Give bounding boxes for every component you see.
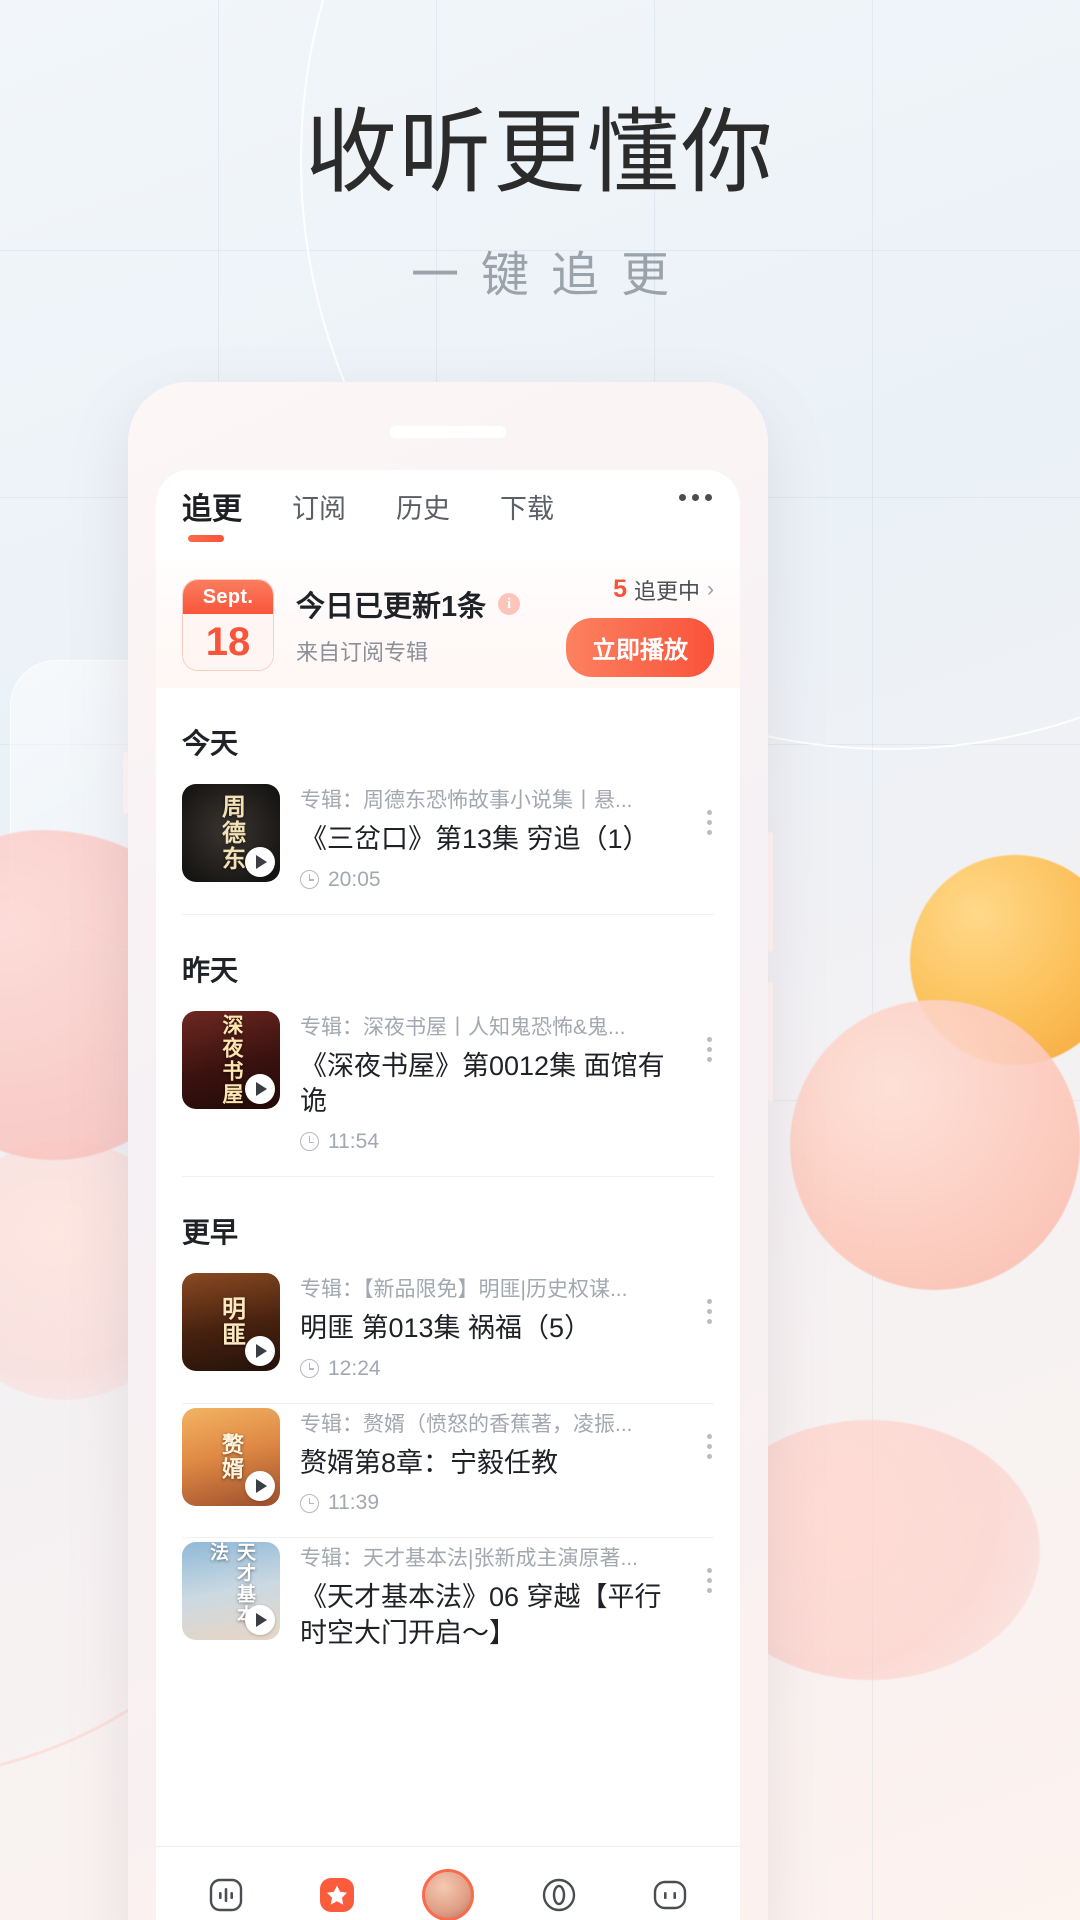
episode-list: 今天 周德东 专辑：周德东恐怖故事小说集丨悬... 《三岔口》第13集 穷追（1… — [156, 688, 740, 1673]
banner-title-row: 今日已更新1条 i — [296, 583, 566, 625]
episode-time: 20:05 — [328, 867, 381, 891]
tab-label: 追更 — [182, 493, 242, 526]
clock-icon — [300, 870, 319, 890]
phone-side-button — [768, 982, 773, 1102]
episode-meta: 12:24 — [300, 1357, 680, 1381]
episode-title: 明匪 第013集 祸福（5） — [300, 1312, 592, 1343]
nav-item-listen[interactable] — [180, 1873, 272, 1917]
group-heading-yesterday: 昨天 — [182, 954, 239, 986]
tab-active-underline — [188, 535, 224, 542]
album-cover[interactable]: 深夜书屋 — [182, 1010, 280, 1109]
list-item[interactable]: 天才基本法 专辑：天才基本法|张新成主演原著... 《天才基本法》06 穿越【平… — [182, 1538, 714, 1673]
compass-icon — [537, 1873, 581, 1917]
list-item-body: 专辑：赘婿（愤怒的香蕉著，凌振... 赘婿第8章：宁毅任教 11:39 — [300, 1408, 714, 1516]
play-icon[interactable] — [245, 1605, 275, 1636]
chase-count: 5 — [613, 575, 627, 603]
episode-meta: 20:05 — [300, 868, 680, 892]
poster-text-block: 收听更懂你 一键追更 — [0, 102, 1080, 305]
tab-label: 下载 — [500, 493, 554, 524]
phone-side-button — [123, 752, 128, 814]
info-icon[interactable]: i — [498, 593, 521, 615]
play-icon[interactable] — [245, 1335, 275, 1366]
episode-title: 《深夜书屋》第0012集 面馆有诡 — [300, 1050, 665, 1117]
more-vertical-icon[interactable] — [707, 1433, 712, 1459]
episode-meta: 11:54 — [300, 1130, 680, 1154]
episode-time: 11:54 — [328, 1129, 379, 1153]
update-banner[interactable]: Sept. 18 今日已更新1条 i 来自订阅专辑 5 追更中 › 立即播放 — [156, 562, 740, 688]
list-item[interactable]: 赘婿 专辑：赘婿（愤怒的香蕉著，凌振... 赘婿第8章：宁毅任教 11:39 — [182, 1404, 714, 1538]
episode-time: 12:24 — [328, 1356, 381, 1380]
chevron-right-icon: › — [707, 577, 714, 601]
banner-subtitle: 来自订阅专辑 — [296, 640, 429, 665]
more-vertical-icon[interactable] — [707, 810, 712, 835]
episode-time: 11:39 — [328, 1491, 379, 1515]
date-badge-day: 18 — [183, 614, 273, 670]
nav-item-profile[interactable] — [402, 1868, 494, 1920]
nav-item-messages[interactable] — [624, 1873, 716, 1917]
more-vertical-icon[interactable] — [707, 1568, 712, 1594]
album-name: 专辑：周德东恐怖故事小说集丨悬... — [300, 789, 633, 812]
clock-icon — [300, 1359, 319, 1378]
album-cover[interactable]: 周德东 — [182, 784, 280, 882]
list-item-body: 专辑：【新品限免】明匪|历史权谋... 明匪 第013集 祸福（5） 12:24 — [300, 1273, 714, 1381]
album-cover[interactable]: 天才基本法 — [182, 1542, 280, 1641]
play-icon[interactable] — [245, 1470, 275, 1501]
episode-meta: 11:39 — [300, 1491, 680, 1515]
poster-headline: 收听更懂你 — [304, 102, 775, 204]
tab-label: 订阅 — [292, 493, 346, 524]
chase-count-link[interactable]: 5 追更中 › — [566, 574, 714, 606]
episode-title: 《三岔口》第13集 穷追（1） — [300, 824, 650, 854]
phone-speaker — [390, 426, 506, 438]
date-badge: Sept. 18 — [182, 579, 274, 671]
chat-bubble-icon — [648, 1873, 692, 1917]
phone-side-button — [768, 832, 773, 952]
decorative-blob — [790, 1000, 1080, 1290]
list-item[interactable]: 明匪 专辑：【新品限免】明匪|历史权谋... 明匪 第013集 祸福（5） 12… — [182, 1269, 714, 1403]
tab-xiazai[interactable]: 下载 — [500, 487, 554, 532]
banner-title: 今日已更新1条 — [296, 591, 487, 623]
star-badge-icon — [315, 1873, 359, 1917]
tab-label: 历史 — [396, 493, 450, 524]
nav-item-star[interactable] — [291, 1873, 383, 1917]
app-screen: 追更 订阅 历史 下载 Sept. 18 今日已更新1条 i 来自订阅专辑 5 … — [156, 470, 740, 1920]
play-now-button[interactable]: 立即播放 — [566, 617, 714, 677]
banner-text-block: 今日已更新1条 i 来自订阅专辑 — [296, 583, 566, 667]
album-cover[interactable]: 赘婿 — [182, 1407, 280, 1506]
album-cover[interactable]: 明匪 — [182, 1272, 280, 1371]
banner-actions: 5 追更中 › 立即播放 — [566, 574, 714, 677]
date-badge-month: Sept. — [183, 580, 273, 614]
clock-icon — [300, 1132, 319, 1152]
avatar-icon — [421, 1868, 474, 1920]
group-heading-today: 今天 — [182, 728, 239, 759]
poster-background: 收听更懂你 一键追更 追更 订阅 历史 下载 Sept. 18 今日已更新1条 … — [0, 0, 1080, 1920]
album-name: 专辑：天才基本法|张新成主演原著... — [300, 1547, 638, 1571]
poster-subline: 一键追更 — [410, 249, 691, 303]
album-name: 专辑：赘婿（愤怒的香蕉著，凌振... — [300, 1412, 633, 1436]
list-item-body: 专辑：周德东恐怖故事小说集丨悬... 《三岔口》第13集 穷追（1） 20:05 — [300, 784, 714, 892]
more-horizontal-icon[interactable] — [679, 494, 712, 501]
chase-label: 追更中 — [633, 578, 700, 604]
tab-lishi[interactable]: 历史 — [396, 487, 450, 532]
tab-dingyue[interactable]: 订阅 — [292, 487, 346, 532]
more-vertical-icon[interactable] — [707, 1036, 712, 1062]
more-vertical-icon[interactable] — [707, 1298, 712, 1324]
tab-bar: 追更 订阅 历史 下载 — [156, 470, 740, 548]
list-item[interactable]: 深夜书屋 专辑：深夜书屋丨人知鬼恐怖&鬼... 《深夜书屋》第0012集 面馆有… — [182, 1007, 714, 1176]
list-item[interactable]: 周德东 专辑：周德东恐怖故事小说集丨悬... 《三岔口》第13集 穷追（1） 2… — [182, 780, 714, 914]
album-name: 专辑：【新品限免】明匪|历史权谋... — [300, 1277, 628, 1301]
list-item-body: 专辑：深夜书屋丨人知鬼恐怖&鬼... 《深夜书屋》第0012集 面馆有诡 11:… — [300, 1011, 714, 1154]
list-item-body: 专辑：天才基本法|张新成主演原著... 《天才基本法》06 穿越【平行时空大门开… — [300, 1542, 714, 1651]
bottom-navigation — [156, 1846, 740, 1920]
play-icon[interactable] — [245, 847, 275, 877]
clock-icon — [300, 1493, 319, 1513]
album-name: 专辑：深夜书屋丨人知鬼恐怖&鬼... — [300, 1015, 626, 1039]
phone-mockup: 追更 订阅 历史 下载 Sept. 18 今日已更新1条 i 来自订阅专辑 5 … — [123, 382, 773, 1920]
tab-zhuigeng[interactable]: 追更 — [182, 484, 242, 542]
episode-title: 《天才基本法》06 穿越【平行时空大门开启～】 — [300, 1582, 662, 1648]
sound-wave-icon — [204, 1873, 248, 1917]
group-heading-earlier: 更早 — [182, 1216, 239, 1248]
play-icon[interactable] — [245, 1073, 275, 1104]
episode-title: 赘婿第8章：宁毅任教 — [300, 1447, 559, 1478]
nav-item-discover[interactable] — [513, 1873, 605, 1917]
